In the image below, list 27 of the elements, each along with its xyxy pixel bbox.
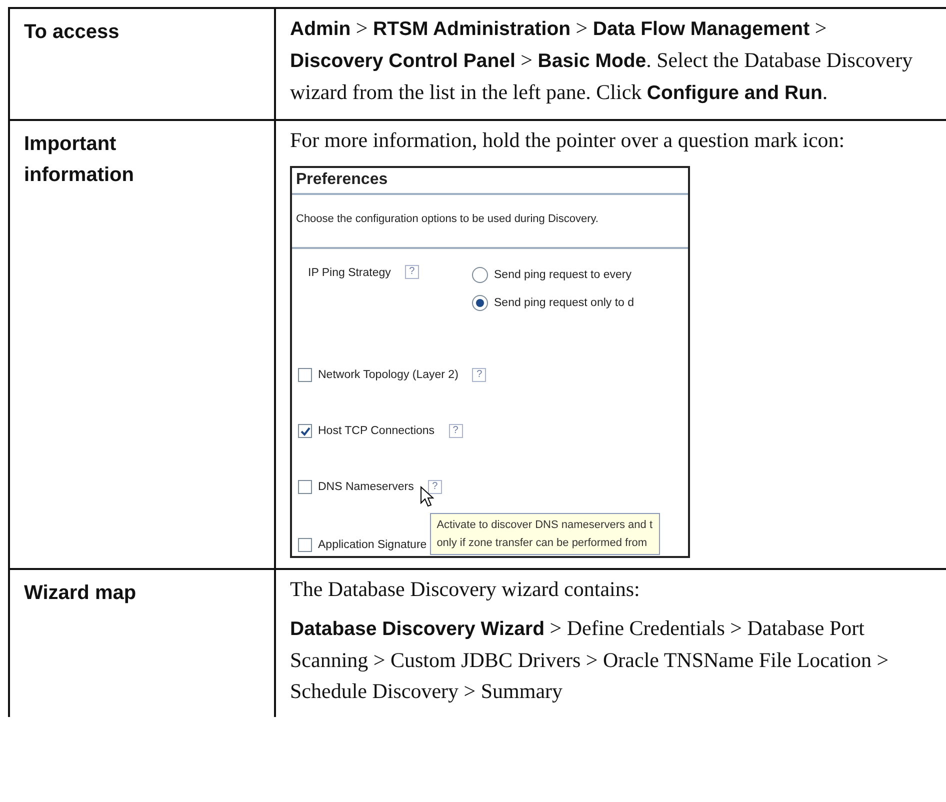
body-paragraph: Admin > RTSM Administration > Data Flow Management > Discovery Control Panel > Basic Mode. Select the Database Discovery wizard from the list in the left pane. Click Configure and Run. xyxy=(290,15,914,106)
checkbox[interactable] xyxy=(298,424,312,438)
radio-label: Send ping request only to d xyxy=(494,296,634,311)
description-text: Choose the configuration options to be used during Discovery. xyxy=(296,213,598,225)
help-icon[interactable]: ? xyxy=(404,265,419,279)
row-heading: To access xyxy=(24,20,120,45)
checkbox[interactable] xyxy=(298,480,312,494)
checkbox-label: Network Topology (Layer 2) xyxy=(318,368,458,383)
help-icon[interactable]: ? xyxy=(428,480,442,494)
radio-label: Send ping request to every xyxy=(494,268,632,283)
radio-button[interactable] xyxy=(472,295,488,311)
checkbox-label: DNS Nameservers xyxy=(318,480,414,495)
body-paragraph: Database Discovery Wizard > Define Credentials > Database Port Scanning > Custom JDBC Drivers > Oracle TNSName File Location > Schedule Discovery > Summary xyxy=(290,615,890,705)
checkbox-label: Host TCP Connections xyxy=(318,424,435,439)
row-heading: Wizard map xyxy=(24,581,138,606)
row-heading: Important information xyxy=(24,132,135,188)
tooltip: Activate to discover DNS nameservers and t only if zone transfer can be performed from xyxy=(430,513,660,555)
checkbox[interactable] xyxy=(298,368,312,382)
checkbox[interactable] xyxy=(298,538,312,552)
section-title: Preferences xyxy=(296,171,388,188)
checkbox-label: Application Signature xyxy=(318,538,427,553)
option-label: IP Ping Strategy xyxy=(308,266,391,281)
help-icon[interactable]: ? xyxy=(472,368,486,382)
help-icon[interactable]: ? xyxy=(448,424,463,438)
body-paragraph: The Database Discovery wizard contains: xyxy=(290,576,641,603)
body-paragraph: For more information, hold the pointer over a question mark icon: xyxy=(290,127,846,154)
radio-button[interactable] xyxy=(472,267,488,283)
